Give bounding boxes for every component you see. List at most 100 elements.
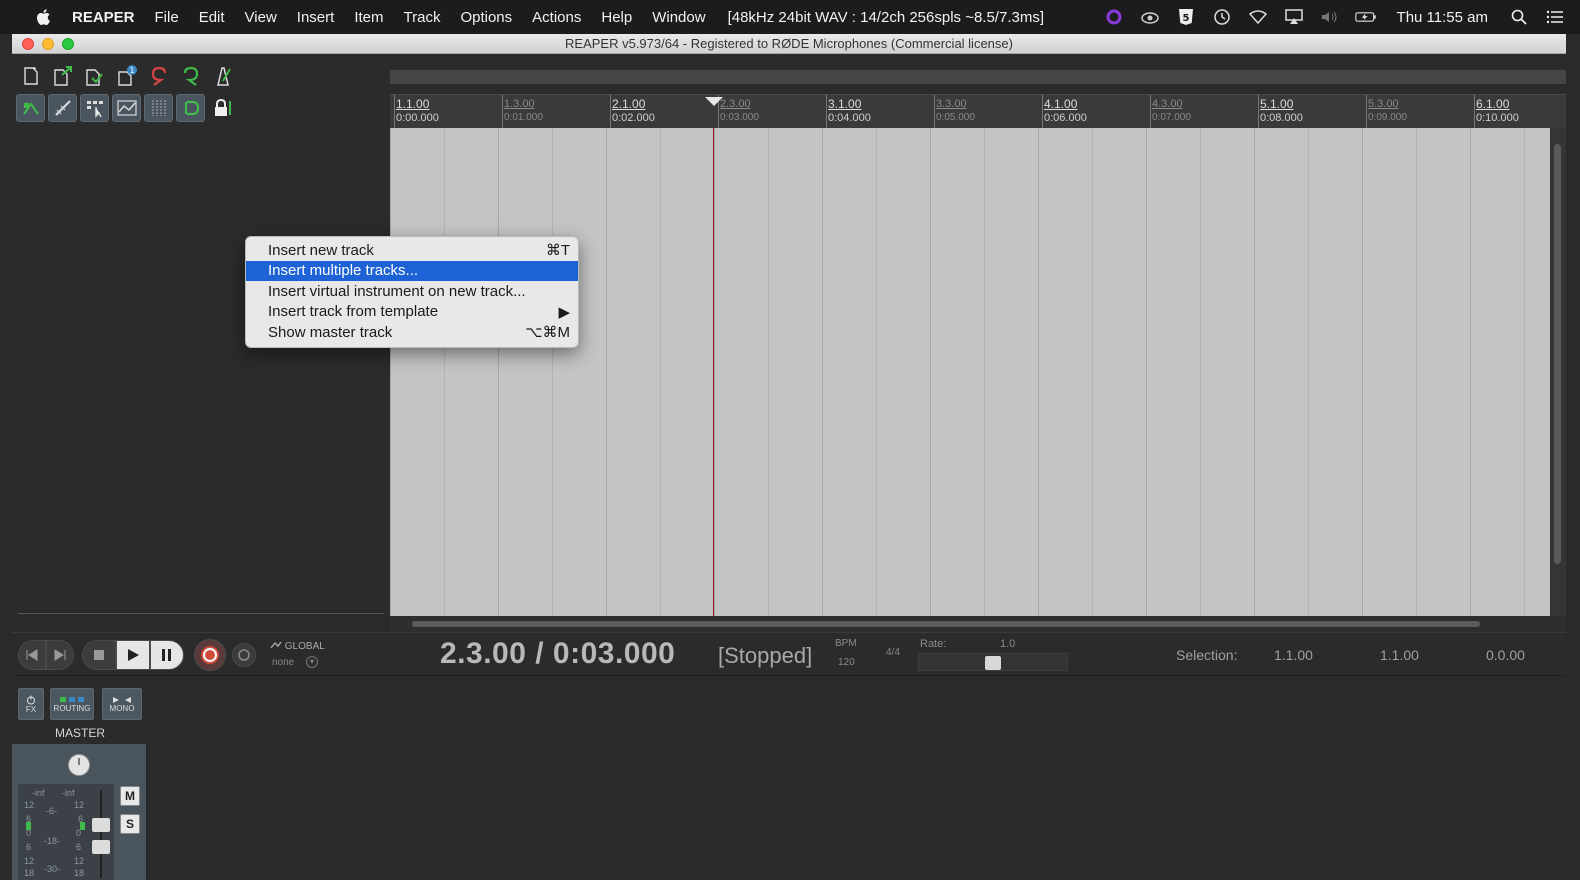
time-signature[interactable]: 4/4 <box>886 647 900 658</box>
stop-button[interactable] <box>82 640 116 670</box>
new-project-icon[interactable] <box>16 62 45 90</box>
rate-value[interactable]: 1.0 <box>1000 638 1015 650</box>
horizontal-scrollbar[interactable] <box>390 616 1566 632</box>
battery-icon[interactable] <box>1354 8 1377 26</box>
menu-options[interactable]: Options <box>460 9 512 26</box>
airplay-icon[interactable] <box>1283 8 1305 26</box>
edit-cursor-marker[interactable] <box>705 97 723 106</box>
master-fx-label: FX <box>25 704 37 714</box>
grid-line <box>1524 128 1525 616</box>
menu-insert-virtual-instrument[interactable]: Insert virtual instrument on new track..… <box>246 281 578 302</box>
grid-line <box>1416 128 1417 616</box>
horizontal-scroll-thumb[interactable] <box>412 621 1480 627</box>
track-control-panel[interactable] <box>12 130 390 616</box>
metronome-icon[interactable] <box>208 62 237 90</box>
vertical-scroll-thumb[interactable] <box>1554 144 1561 564</box>
position-display[interactable]: 2.3.00 / 0:03.000 <box>440 637 675 671</box>
master-pan-knob[interactable] <box>68 754 90 776</box>
master-mute-button[interactable]: M <box>120 786 140 806</box>
record-button[interactable] <box>194 639 226 671</box>
timeline-ruler[interactable]: 1.1.00 0:00.000 1.3.00 0:01.000 2.1.00 0:02.0… <box>390 94 1566 129</box>
auto-crossfade-icon[interactable] <box>16 94 45 122</box>
go-to-start-button[interactable] <box>18 640 46 670</box>
ruler-bar-label: 3.3.00 <box>936 98 967 110</box>
master-mono-button[interactable]: MONO <box>102 688 142 720</box>
go-to-end-button[interactable] <box>46 640 74 670</box>
spotlight-search-icon[interactable] <box>1508 8 1530 26</box>
purple-circle-icon[interactable] <box>1103 8 1125 26</box>
playrate-slider[interactable] <box>918 653 1068 671</box>
grid-lines-icon[interactable] <box>144 94 173 122</box>
grid-line <box>1254 128 1255 616</box>
ruler-bar-label: 6.1.00 <box>1476 97 1510 111</box>
menu-insert-track-from-template[interactable]: Insert track from template ▶ <box>246 302 578 323</box>
automation-icon <box>270 641 282 649</box>
automation-mode-value[interactable]: none <box>272 657 294 668</box>
vertical-scrollbar[interactable] <box>1550 128 1566 616</box>
menu-show-master-track[interactable]: Show master track ⌥⌘M <box>246 322 578 343</box>
loop-toggle-icon[interactable] <box>176 94 205 122</box>
save-project-icon[interactable] <box>80 62 109 90</box>
selection-length[interactable]: 0.0.00 <box>1486 647 1525 663</box>
ripple-edit-icon[interactable] <box>48 94 77 122</box>
audio-device-status[interactable]: [48kHz 24bit WAV : 14/2ch 256spls ~8.5/7… <box>728 9 1044 26</box>
menu-insert-multiple-tracks[interactable]: Insert multiple tracks... <box>246 260 578 281</box>
automation-mode-label[interactable]: GLOBAL <box>270 641 325 652</box>
window-title: REAPER v5.973/64 - Registered to RØDE Mi… <box>565 36 1013 51</box>
region-marker-lane[interactable] <box>390 70 1566 84</box>
menu-insert[interactable]: Insert <box>297 9 335 26</box>
master-volume-fader-lower[interactable] <box>92 840 110 854</box>
ruler-bar-label: 1.1.00 <box>396 97 430 111</box>
selection-start[interactable]: 1.1.00 <box>1274 647 1313 663</box>
automation-dropdown-icon[interactable]: ▾ <box>306 656 318 668</box>
menu-app-reaper[interactable]: REAPER <box>72 9 135 26</box>
playrate-slider-knob[interactable] <box>985 656 1001 670</box>
grid-snap-icon[interactable] <box>80 94 109 122</box>
pause-button[interactable] <box>150 640 184 670</box>
menu-help[interactable]: Help <box>601 9 632 26</box>
project-settings-icon[interactable]: 1 <box>112 62 141 90</box>
menu-view[interactable]: View <box>245 9 277 26</box>
menu-item[interactable]: Item <box>354 9 383 26</box>
master-volume-fader[interactable] <box>92 818 110 832</box>
time-machine-icon[interactable] <box>1211 8 1233 26</box>
selection-end[interactable]: 1.1.00 <box>1380 647 1419 663</box>
play-button[interactable] <box>116 640 150 670</box>
apple-menu-icon[interactable] <box>34 7 54 27</box>
open-project-icon[interactable] <box>48 62 77 90</box>
ruler-bar-label: 4.1.00 <box>1044 97 1078 111</box>
ruler-mark: 3.3.00 0:05.000 <box>936 97 975 125</box>
clock[interactable]: Thu 11:55 am <box>1397 9 1488 26</box>
grid-line <box>444 128 445 616</box>
mixer-panel: FX ROUTING MONO MASTER -inf -inf 12 6 0 … <box>12 676 1566 880</box>
menu-track[interactable]: Track <box>404 9 441 26</box>
routing-leds-icon <box>60 696 84 702</box>
grid-line <box>1146 128 1147 616</box>
html5-shield-icon[interactable]: 5 <box>1175 8 1197 26</box>
undo-icon[interactable] <box>144 62 173 90</box>
master-fx-button[interactable]: FX <box>18 688 44 720</box>
meter-scale-right-5: 18 <box>74 868 85 878</box>
window-titlebar[interactable]: REAPER v5.973/64 - Registered to RØDE Mi… <box>12 34 1566 54</box>
master-routing-button[interactable]: ROUTING <box>50 688 94 720</box>
notification-list-icon[interactable] <box>1544 8 1566 26</box>
menu-window[interactable]: Window <box>652 9 705 26</box>
arrange-view[interactable] <box>390 128 1550 616</box>
ruler-bar-label: 2.1.00 <box>612 97 646 111</box>
lock-icon[interactable] <box>208 94 237 122</box>
rate-label: Rate: <box>920 638 947 650</box>
menu-insert-new-track[interactable]: Insert new track ⌘T <box>246 240 578 261</box>
redo-icon[interactable] <box>176 62 205 90</box>
master-routing-label: ROUTING <box>53 703 91 713</box>
wifi-icon[interactable] <box>1247 8 1269 26</box>
volume-icon[interactable] <box>1319 8 1341 26</box>
menu-file[interactable]: File <box>155 9 179 26</box>
bpm-value[interactable]: 120 <box>838 657 855 668</box>
cloud-icon[interactable] <box>1139 8 1161 26</box>
ruler-tick <box>934 95 935 129</box>
repeat-button[interactable] <box>232 643 256 667</box>
menu-actions[interactable]: Actions <box>532 9 581 26</box>
menu-edit[interactable]: Edit <box>199 9 225 26</box>
master-solo-button[interactable]: S <box>120 814 140 834</box>
envelope-points-icon[interactable] <box>112 94 141 122</box>
